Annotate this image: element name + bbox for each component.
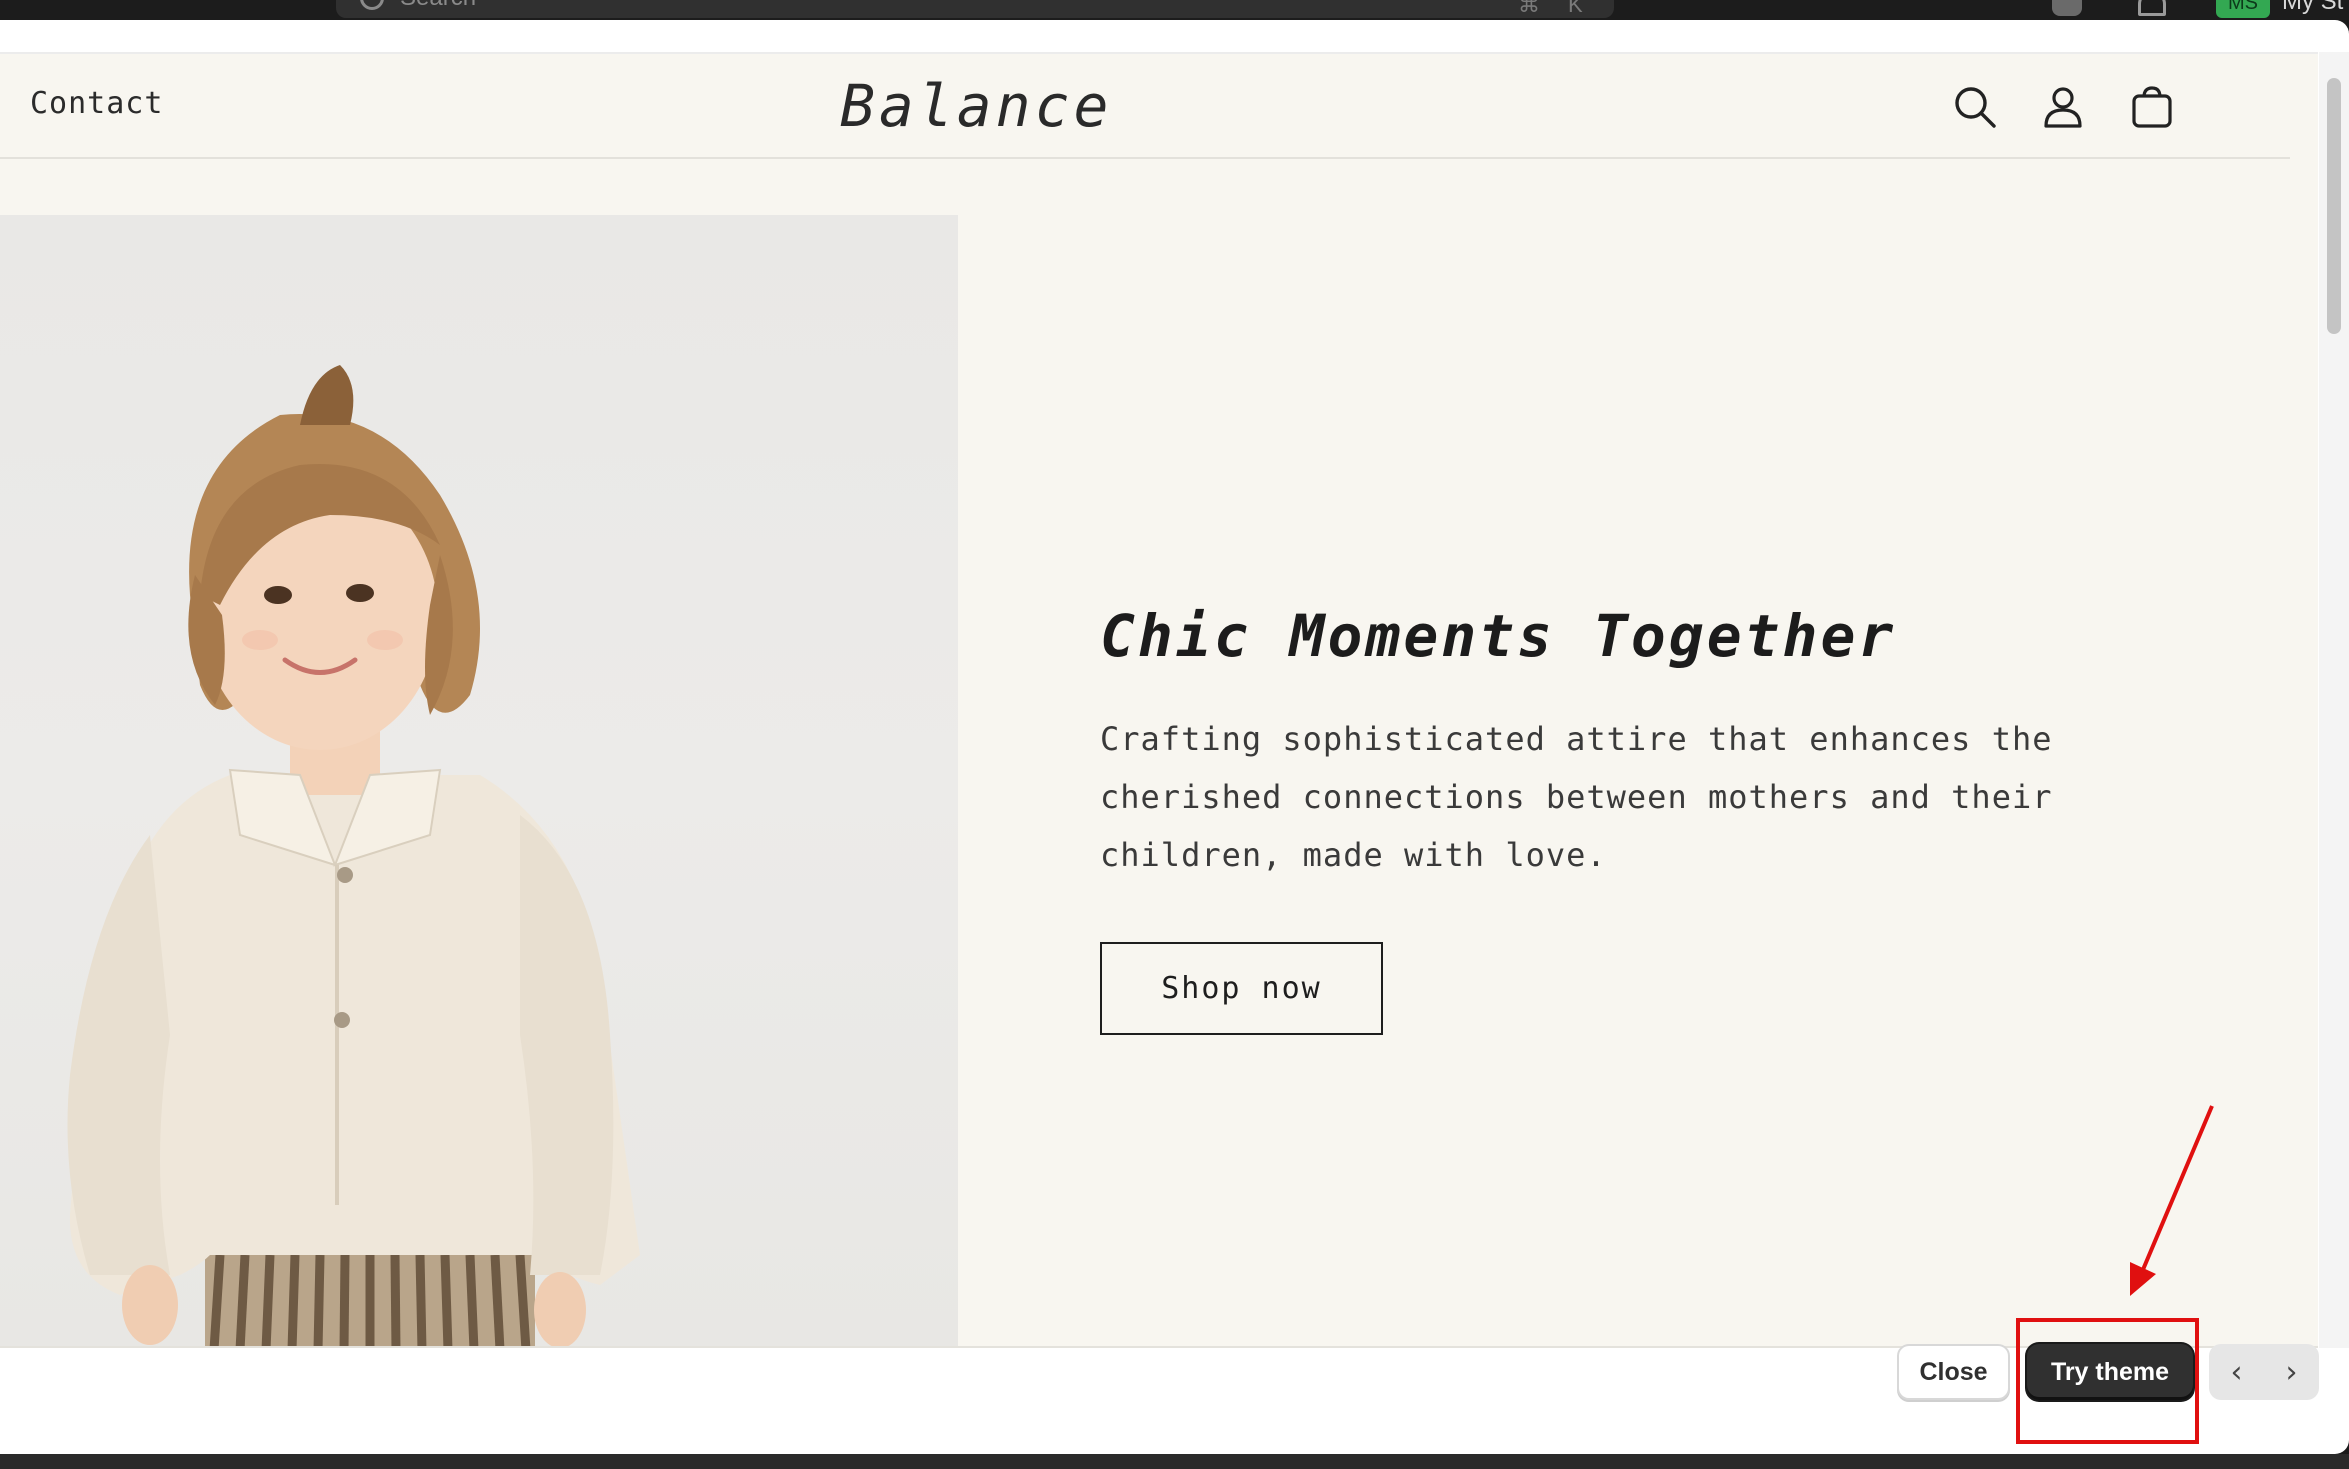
assistant-icon[interactable]: [2052, 0, 2082, 16]
shop-now-button[interactable]: Shop now: [1100, 942, 1383, 1035]
notification-bell-icon[interactable]: [2138, 0, 2166, 16]
scrollbar-thumb[interactable]: [2327, 78, 2341, 334]
store-avatar[interactable]: MS: [2216, 0, 2270, 18]
account-icon[interactable]: [2040, 84, 2086, 130]
preview-scrollbar[interactable]: [2319, 52, 2349, 1348]
previous-theme-button[interactable]: ‹: [2209, 1344, 2264, 1400]
theme-pager: ‹ ›: [2209, 1344, 2319, 1400]
storefront-preview: Contact Balance Chic Moments Together Cr…: [0, 52, 2318, 1348]
shortcut-cmd-key: ⌘: [1518, 0, 1540, 17]
store-logo[interactable]: Balance: [840, 72, 1112, 140]
admin-top-bar: Search ⌘ K MS My St: [0, 0, 2349, 20]
try-theme-button[interactable]: Try theme: [2027, 1344, 2193, 1400]
cart-icon[interactable]: [2129, 84, 2175, 130]
theme-preview-modal: Contact Balance Chic Moments Together Cr…: [0, 20, 2349, 1454]
next-theme-button[interactable]: ›: [2264, 1344, 2319, 1400]
shortcut-k-key: K: [1568, 0, 1583, 17]
nav-link-contact[interactable]: Contact: [30, 86, 163, 121]
store-header: Contact Balance: [0, 54, 2290, 159]
store-name[interactable]: My St: [2282, 0, 2343, 16]
child-photo-illustration: [67, 365, 641, 1346]
search-icon: [360, 0, 384, 10]
hero-title: Chic Moments Together: [1100, 602, 1897, 670]
hero-description: Crafting sophisticated attire that enhan…: [1100, 720, 2053, 874]
background-strip: [0, 1454, 2349, 1469]
admin-search-placeholder: Search: [400, 0, 476, 11]
search-icon[interactable]: [1952, 84, 1998, 130]
close-button[interactable]: Close: [1897, 1344, 2010, 1400]
hero-image: [0, 215, 958, 1346]
admin-search-bar[interactable]: Search: [336, 0, 1614, 18]
